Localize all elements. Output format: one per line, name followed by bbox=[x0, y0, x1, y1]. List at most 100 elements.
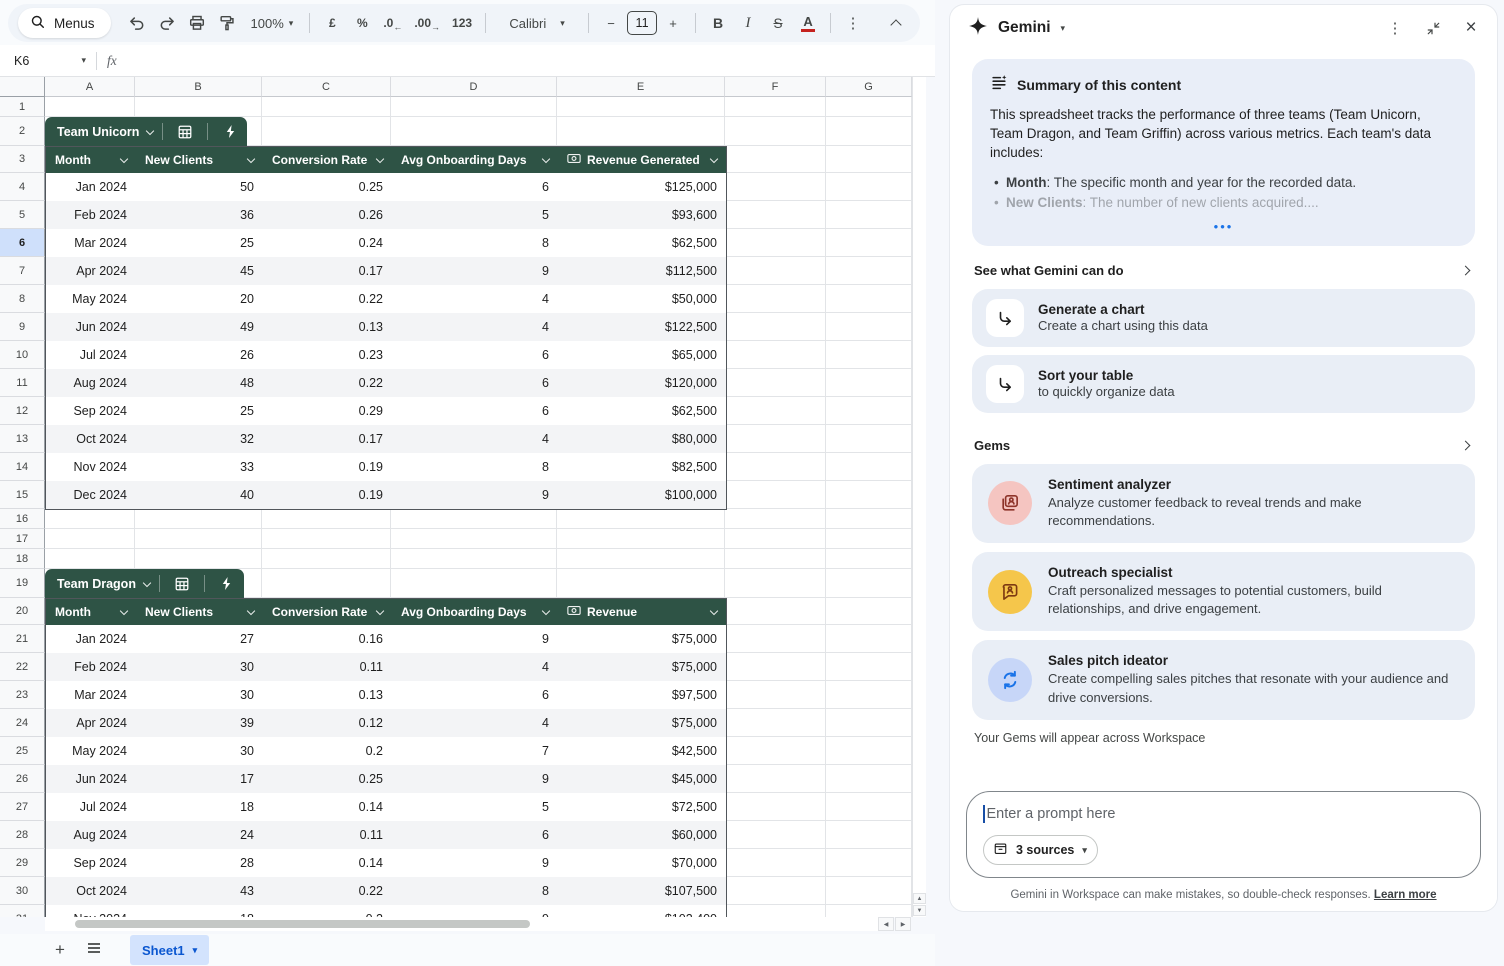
column-header-B[interactable]: B bbox=[135, 77, 262, 97]
table-cell[interactable]: 9 bbox=[392, 849, 558, 877]
table-cell[interactable]: 18 bbox=[136, 793, 263, 821]
column-header-E[interactable]: E bbox=[557, 77, 725, 97]
grid-cell[interactable] bbox=[826, 397, 912, 425]
font-size-input[interactable]: 11 bbox=[627, 11, 657, 35]
table-cell[interactable]: Apr 2024 bbox=[46, 709, 136, 737]
table-cell[interactable]: 30 bbox=[136, 681, 263, 709]
table-cell[interactable]: Jul 2024 bbox=[46, 793, 136, 821]
grid-cell[interactable] bbox=[725, 681, 826, 709]
grid-cell[interactable] bbox=[725, 737, 826, 765]
grid-cell[interactable] bbox=[725, 397, 826, 425]
grid-cell[interactable] bbox=[725, 117, 826, 146]
filter-chevron-icon[interactable] bbox=[247, 155, 255, 163]
table-cell[interactable]: 25 bbox=[136, 229, 263, 257]
table-tab-team-dragon[interactable]: Team Dragon bbox=[45, 569, 244, 598]
table-tab-team-unicorn[interactable]: Team Unicorn bbox=[45, 117, 247, 146]
table-cell[interactable]: 30 bbox=[136, 737, 263, 765]
row-header-8[interactable]: 8 bbox=[0, 285, 45, 313]
table-cell[interactable]: 43 bbox=[136, 877, 263, 905]
grid-cell[interactable] bbox=[826, 341, 912, 369]
column-header-cell[interactable]: Revenue bbox=[558, 599, 726, 625]
column-header-cell[interactable]: Avg Onboarding Days bbox=[392, 147, 558, 173]
row-header-17[interactable]: 17 bbox=[0, 529, 45, 549]
row-header-10[interactable]: 10 bbox=[0, 341, 45, 369]
lightning-icon[interactable] bbox=[217, 121, 243, 143]
grid-cell[interactable] bbox=[725, 453, 826, 481]
table-cell[interactable]: 0.11 bbox=[263, 821, 392, 849]
row-header-9[interactable]: 9 bbox=[0, 313, 45, 341]
row-header-23[interactable]: 23 bbox=[0, 681, 45, 709]
grid-cell[interactable] bbox=[826, 821, 912, 849]
row-header-11[interactable]: 11 bbox=[0, 369, 45, 397]
grid-cell[interactable] bbox=[826, 625, 912, 653]
grid-cell[interactable] bbox=[725, 201, 826, 229]
panel-more-options-button[interactable]: ⋮ bbox=[1383, 16, 1407, 40]
table-cell[interactable]: 36 bbox=[136, 201, 263, 229]
zoom-select[interactable]: 100% ▾ bbox=[243, 9, 302, 37]
table-cell[interactable]: 18 bbox=[136, 905, 263, 917]
table-cell[interactable]: 0.19 bbox=[263, 481, 392, 509]
generate-chart-card[interactable]: Generate a chart Create a chart using th… bbox=[972, 289, 1475, 347]
grid-cell[interactable] bbox=[826, 201, 912, 229]
column-header-cell[interactable]: New Clients bbox=[136, 599, 263, 625]
column-header-cell[interactable]: Revenue Generated bbox=[558, 147, 726, 173]
table-cell[interactable]: 4 bbox=[392, 709, 558, 737]
row-header-7[interactable]: 7 bbox=[0, 257, 45, 285]
row-header-16[interactable]: 16 bbox=[0, 509, 45, 529]
vertical-scrollbar[interactable]: ▲ ▼ bbox=[912, 77, 926, 917]
collapse-panel-button[interactable] bbox=[1421, 16, 1445, 40]
gems-link[interactable]: Gems bbox=[972, 421, 1475, 464]
grid-cell[interactable] bbox=[826, 549, 912, 569]
undo-button[interactable] bbox=[123, 9, 151, 37]
table-cell[interactable]: 49 bbox=[136, 313, 263, 341]
table-cell[interactable]: Oct 2024 bbox=[46, 425, 136, 453]
grid-cell[interactable] bbox=[135, 529, 262, 549]
table-cell[interactable]: 6 bbox=[392, 173, 558, 201]
row-header-6[interactable]: 6 bbox=[0, 229, 45, 257]
table-cell[interactable]: 6 bbox=[392, 681, 558, 709]
grid-cell[interactable] bbox=[826, 453, 912, 481]
scroll-left-button[interactable]: ◀ bbox=[878, 917, 894, 931]
table-cell[interactable]: 0.22 bbox=[263, 877, 392, 905]
grid-cell[interactable] bbox=[725, 821, 826, 849]
menus-button[interactable]: Menus bbox=[18, 8, 111, 38]
column-header-cell[interactable]: Month bbox=[46, 599, 136, 625]
grid-cell[interactable] bbox=[262, 97, 391, 117]
grid-cell[interactable] bbox=[262, 529, 391, 549]
increase-font-size-button[interactable]: + bbox=[659, 9, 687, 37]
table-cell[interactable]: 9 bbox=[392, 257, 558, 285]
table-cell[interactable]: Apr 2024 bbox=[46, 257, 136, 285]
column-header-G[interactable]: G bbox=[826, 77, 912, 97]
grid-cell[interactable] bbox=[557, 97, 725, 117]
table-cell[interactable]: Aug 2024 bbox=[46, 369, 136, 397]
table-cell[interactable]: $62,500 bbox=[558, 229, 726, 257]
row-header-1[interactable]: 1 bbox=[0, 97, 45, 117]
grid-cell[interactable] bbox=[391, 529, 557, 549]
grid-cell[interactable] bbox=[262, 569, 391, 598]
grid-cell[interactable] bbox=[725, 625, 826, 653]
column-header-cell[interactable]: Conversion Rate bbox=[263, 599, 392, 625]
grid-cell[interactable] bbox=[135, 97, 262, 117]
table-cell[interactable]: 9 bbox=[392, 625, 558, 653]
table-cell[interactable]: 8 bbox=[392, 877, 558, 905]
grid-cell[interactable] bbox=[826, 653, 912, 681]
grid-cell[interactable] bbox=[725, 481, 826, 509]
gem-sales-pitch-ideator[interactable]: Sales pitch ideator Create compelling sa… bbox=[972, 640, 1475, 719]
table-cell[interactable]: 9 bbox=[392, 765, 558, 793]
row-header-30[interactable]: 30 bbox=[0, 877, 45, 905]
table-cell[interactable]: 24 bbox=[136, 821, 263, 849]
grid-cell[interactable] bbox=[45, 549, 135, 569]
table-cell[interactable]: 0.11 bbox=[263, 653, 392, 681]
grid-cell[interactable] bbox=[826, 509, 912, 529]
scroll-right-button[interactable]: ▶ bbox=[895, 917, 911, 931]
grid-cell[interactable] bbox=[826, 877, 912, 905]
table-cell[interactable]: 8 bbox=[392, 229, 558, 257]
table-cell[interactable]: 33 bbox=[136, 453, 263, 481]
gem-sentiment-analyzer[interactable]: Sentiment analyzer Analyze customer feed… bbox=[972, 464, 1475, 543]
strikethrough-button[interactable]: S bbox=[764, 9, 792, 37]
table-cell[interactable]: 0.2 bbox=[263, 905, 392, 917]
close-panel-button[interactable]: × bbox=[1459, 16, 1483, 40]
table-cell[interactable]: 0.16 bbox=[263, 625, 392, 653]
add-sheet-button[interactable]: + bbox=[46, 936, 74, 964]
learn-more-link[interactable]: Learn more bbox=[1374, 889, 1437, 901]
